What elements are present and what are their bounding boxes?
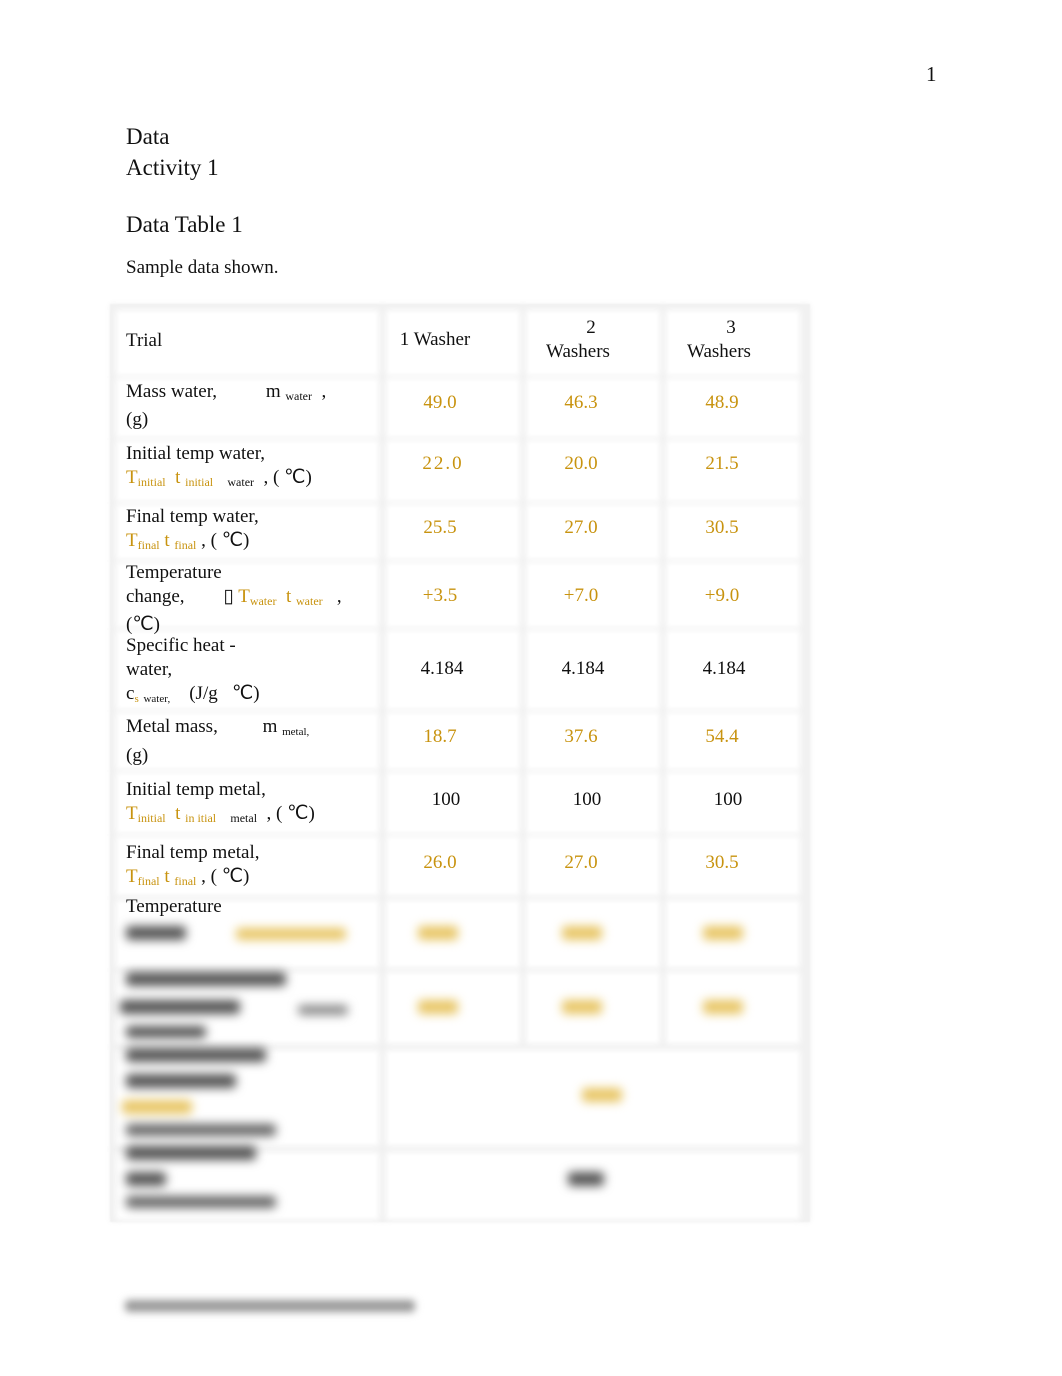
copyright-footer-blurred	[125, 1296, 415, 1312]
activity-heading: Activity 1	[126, 155, 219, 180]
initial-temp-metal-2: 100	[572, 789, 602, 810]
section-heading: Data	[126, 124, 170, 149]
header-3-washers-num: 3	[726, 317, 736, 338]
final-temp-water-2: 27.0	[564, 517, 598, 538]
mass-water-2: 46.3	[564, 392, 598, 413]
row-initial-temp-metal-label: Initial temp metal, Tinitial t in itial …	[126, 779, 315, 825]
final-temp-water-1: 25.5	[423, 517, 457, 538]
row-temperature-change-label: Temperature change, ▯ Twater t water , (…	[126, 562, 342, 635]
row-temperature-change-metal-label: Temperature	[126, 896, 222, 917]
final-temp-metal-1: 26.0	[423, 852, 457, 873]
specific-heat-water-2: 4.184	[561, 658, 605, 679]
header-2-washers-num: 2	[586, 317, 596, 338]
sample-note: Sample data shown.	[126, 257, 279, 278]
initial-temp-water-3: 21.5	[705, 453, 739, 474]
temp-change-3: +9.0	[704, 585, 740, 606]
final-temp-water-3: 30.5	[705, 517, 739, 538]
header-3-washers-label: Washers	[687, 341, 751, 362]
final-temp-metal-2: 27.0	[564, 852, 598, 873]
metal-mass-2: 37.6	[564, 726, 598, 747]
row-specific-heat-water-label: Specific heat - water, cs water, (J/g ℃)	[126, 635, 260, 705]
row-initial-temp-water-label: Initial temp water, Tinitial t initial w…	[126, 443, 312, 489]
row-final-temp-water-label: Final temp water, Tfinal t final , ( ℃)	[126, 506, 259, 552]
temp-change-2: +7.0	[563, 585, 599, 606]
specific-heat-water-1: 4.184	[420, 658, 464, 679]
header-2-washers-label: Washers	[546, 341, 610, 362]
page-number: 1	[926, 62, 937, 86]
mass-water-1: 49.0	[423, 392, 457, 413]
initial-temp-metal-3: 100	[713, 789, 743, 810]
row-final-temp-metal-label: Final temp metal, Tfinal t final , ( ℃)	[126, 842, 260, 888]
row-mass-water-label: Mass water, m water , (g)	[126, 381, 327, 430]
temp-change-1: +3.5	[422, 585, 458, 606]
initial-temp-water-2: 20.0	[564, 453, 598, 474]
table-title: Data Table 1	[126, 212, 243, 237]
row-metal-mass-label: Metal mass, m metal, (g)	[126, 716, 310, 766]
mass-water-3: 48.9	[705, 392, 739, 413]
header-1-washer: 1 Washer	[399, 329, 471, 350]
metal-mass-3: 54.4	[705, 726, 739, 747]
specific-heat-water-3: 4.184	[702, 658, 746, 679]
header-trial: Trial	[126, 330, 163, 351]
final-temp-metal-3: 30.5	[705, 852, 739, 873]
initial-temp-metal-1: 100	[431, 789, 461, 810]
initial-temp-water-1: 22.0	[422, 453, 464, 474]
metal-mass-1: 18.7	[423, 726, 457, 747]
